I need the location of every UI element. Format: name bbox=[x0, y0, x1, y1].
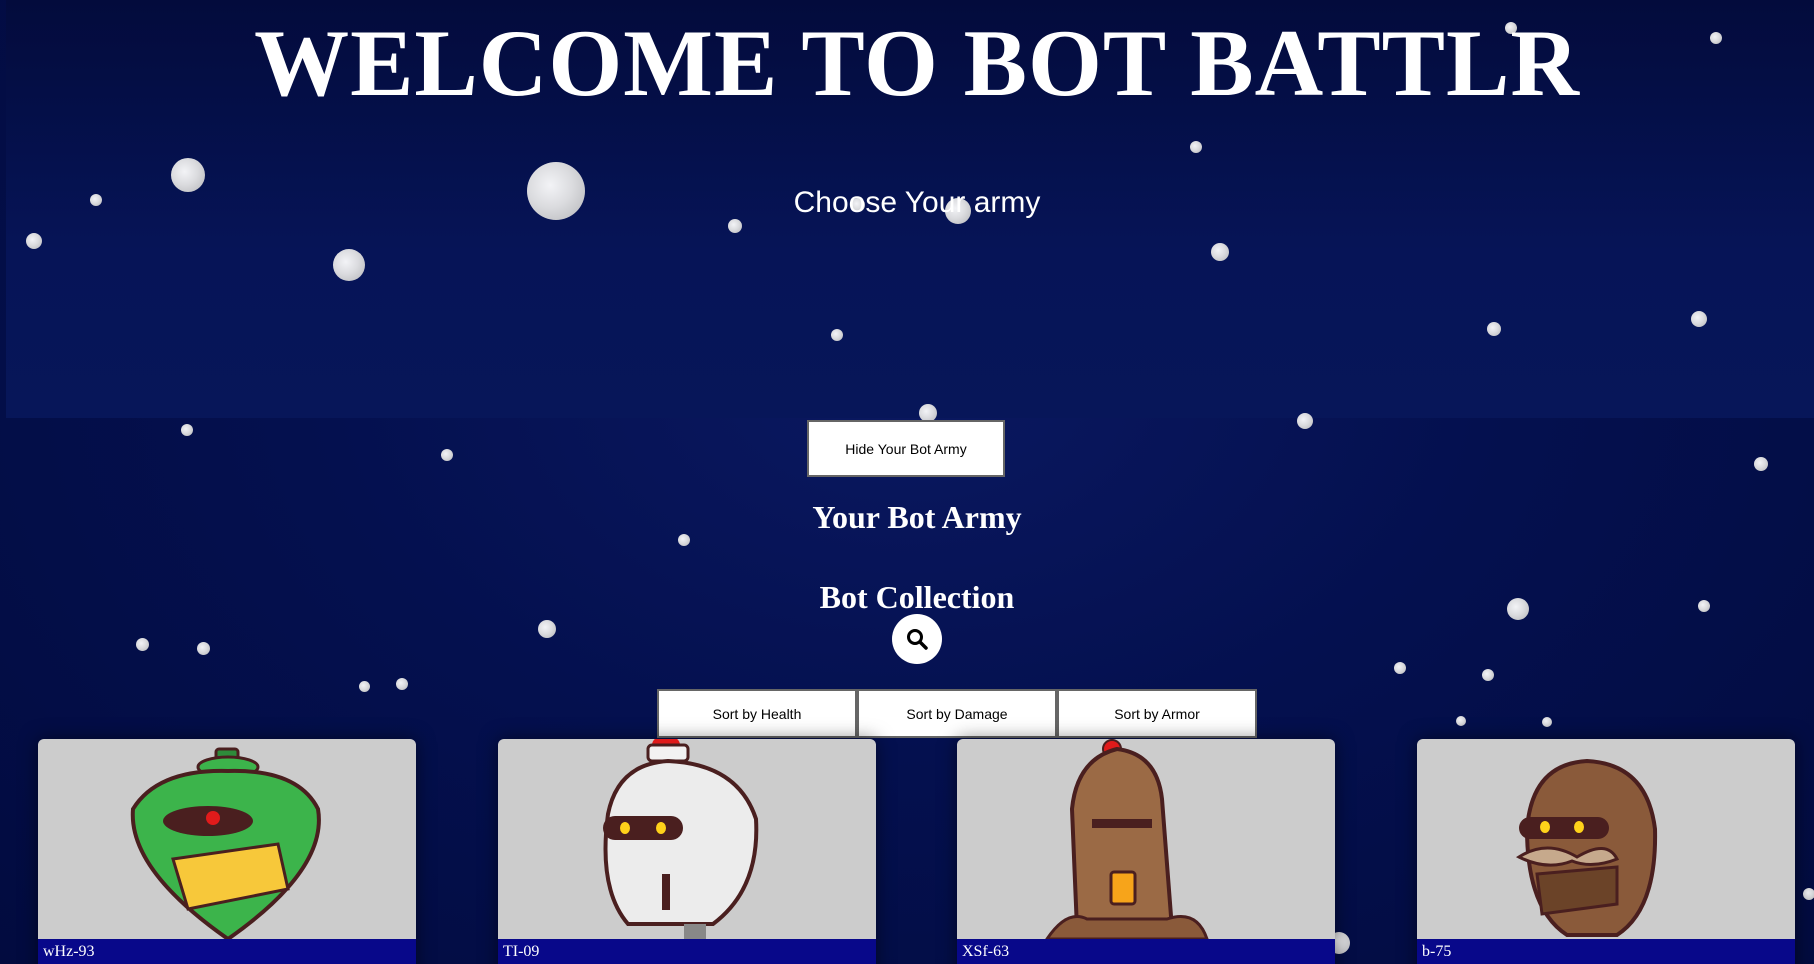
bot-avatar bbox=[603, 739, 759, 939]
page: WELCOME TO BOT BATTLR Choose Your army H… bbox=[0, 0, 1814, 964]
bot-name: wHz-93 bbox=[38, 939, 416, 964]
bot-avatar bbox=[1045, 739, 1209, 939]
hide-bot-army-button[interactable]: Hide Your Bot Army bbox=[807, 420, 1005, 477]
bot-avatar bbox=[130, 747, 321, 939]
bot-card[interactable]: wHz-93 bbox=[38, 739, 416, 964]
bot-card[interactable]: XSf-63 bbox=[957, 739, 1335, 964]
page-title: WELCOME TO BOT BATTLR bbox=[254, 10, 1580, 116]
your-bot-army-heading: Your Bot Army bbox=[812, 499, 1022, 535]
bot-name: b-75 bbox=[1417, 939, 1795, 964]
sort-controls: Sort by Health Sort by Damage Sort by Ar… bbox=[657, 689, 1257, 738]
search-button[interactable] bbox=[892, 614, 942, 664]
sort-by-health-button[interactable]: Sort by Health bbox=[657, 689, 857, 738]
page-subtitle: Choose Your army bbox=[793, 186, 1041, 219]
bot-collection-heading: Bot Collection bbox=[819, 579, 1015, 615]
search-icon bbox=[907, 629, 928, 650]
sort-by-damage-button[interactable]: Sort by Damage bbox=[857, 689, 1057, 738]
bot-name: TI-09 bbox=[498, 939, 876, 964]
sort-by-armor-button[interactable]: Sort by Armor bbox=[1057, 689, 1257, 738]
bot-card[interactable]: TI-09 bbox=[498, 739, 876, 964]
bot-name: XSf-63 bbox=[957, 939, 1335, 964]
bot-card[interactable]: b-75 bbox=[1417, 739, 1795, 964]
bot-avatar bbox=[1515, 758, 1658, 937]
